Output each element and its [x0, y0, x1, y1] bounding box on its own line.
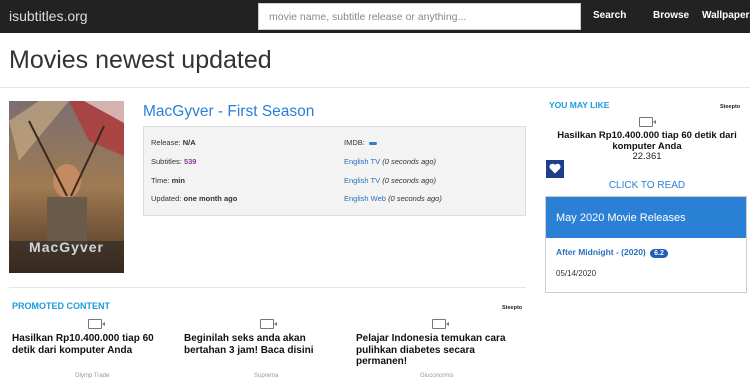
- imdb-rating-badge[interactable]: [368, 141, 377, 145]
- recent-subtitle-3: English Web (0 seconds ago): [344, 194, 442, 203]
- release-value: N/A: [182, 138, 196, 147]
- releases-panel: May 2020 Movie Releases After Midnight -…: [545, 196, 747, 293]
- video-camera-icon: [432, 319, 449, 329]
- subtitles-row: Subtitles: 539: [151, 157, 196, 166]
- movie-poster[interactable]: MacGyver: [9, 101, 124, 273]
- imdb-label: IMDB:: [344, 138, 365, 147]
- time-row: Time: min: [151, 176, 185, 185]
- click-to-read-link[interactable]: CLICK TO READ: [552, 180, 742, 191]
- browse-link[interactable]: Browse: [653, 10, 689, 21]
- updated-value: one month ago: [183, 194, 238, 203]
- site-logo[interactable]: isubtitles.org: [9, 8, 88, 24]
- release-item[interactable]: After Midnight - (2020) 6.2: [556, 247, 668, 258]
- search-box[interactable]: [258, 3, 581, 30]
- promoted-source-2: Suprema: [254, 373, 279, 379]
- recent-subtitle-1: English TV (0 seconds ago): [344, 157, 436, 166]
- subtitles-label: Subtitles:: [151, 157, 182, 166]
- poster-logo-text: MacGyver: [29, 239, 104, 255]
- heart-icon[interactable]: [546, 160, 564, 178]
- updated-label: Updated:: [151, 194, 182, 203]
- video-camera-icon: [88, 319, 105, 329]
- promoted-source-3: Gluconormis: [420, 373, 454, 379]
- sidebar-ad-count: 22.361: [632, 151, 662, 162]
- subtitle-time: (0 seconds ago): [382, 176, 437, 185]
- subtitle-language-link[interactable]: English TV: [344, 176, 380, 185]
- promoted-item-3[interactable]: Pelajar Indonesia temukan cara pulihkan …: [356, 333, 516, 368]
- promoted-item-1[interactable]: Hasilkan Rp10.400.000 tiap 60 detik dari…: [12, 333, 162, 356]
- divider: [9, 287, 526, 288]
- wallpapers-link[interactable]: Wallpapers: [702, 10, 750, 21]
- release-item-title[interactable]: After Midnight: [556, 247, 614, 257]
- subtitles-count[interactable]: 539: [184, 157, 197, 166]
- video-camera-icon: [639, 117, 656, 127]
- movie-title-link[interactable]: MacGyver - First Season: [143, 103, 314, 121]
- page-title: Movies newest updated: [9, 46, 272, 74]
- release-row: Release: N/A: [151, 138, 196, 147]
- promoted-content-heading: PROMOTED CONTENT: [12, 301, 110, 311]
- subtitle-language-link[interactable]: English Web: [344, 194, 386, 203]
- promoted-item-2[interactable]: Beginilah seks anda akan bertahan 3 jam!…: [184, 333, 334, 356]
- promoted-source-1: Olymp Trade: [75, 373, 110, 379]
- release-label: Release:: [151, 138, 181, 147]
- you-may-like-heading: YOU MAY LIKE: [549, 100, 610, 110]
- release-item-year: - (2020): [615, 247, 646, 257]
- movie-info-box: Release: N/A Subtitles: 539 Time: min Up…: [143, 126, 526, 216]
- video-camera-icon: [260, 319, 277, 329]
- subtitle-time: (0 seconds ago): [382, 157, 437, 166]
- subtitle-language-link[interactable]: English TV: [344, 157, 380, 166]
- recent-subtitle-2: English TV (0 seconds ago): [344, 176, 436, 185]
- release-item-date: 05/14/2020: [556, 269, 597, 278]
- ad-provider-label[interactable]: Steepto: [502, 305, 522, 311]
- divider: [0, 87, 750, 88]
- top-navbar: isubtitles.org Search Browse Wallpapers: [0, 0, 750, 33]
- updated-row: Updated: one month ago: [151, 194, 237, 203]
- search-link[interactable]: Search: [593, 10, 626, 21]
- search-input[interactable]: [259, 4, 580, 29]
- time-label: Time:: [151, 176, 170, 185]
- imdb-row: IMDB:: [344, 138, 377, 147]
- subtitle-time: (0 seconds ago): [388, 194, 442, 203]
- releases-heading: May 2020 Movie Releases: [546, 197, 746, 238]
- ad-provider-label[interactable]: Steepto: [720, 104, 740, 110]
- sidebar-ad-title[interactable]: Hasilkan Rp10.400.000 tiap 60 detik dari…: [552, 130, 742, 152]
- time-value: min: [171, 176, 185, 185]
- rating-badge: 6.2: [650, 249, 668, 258]
